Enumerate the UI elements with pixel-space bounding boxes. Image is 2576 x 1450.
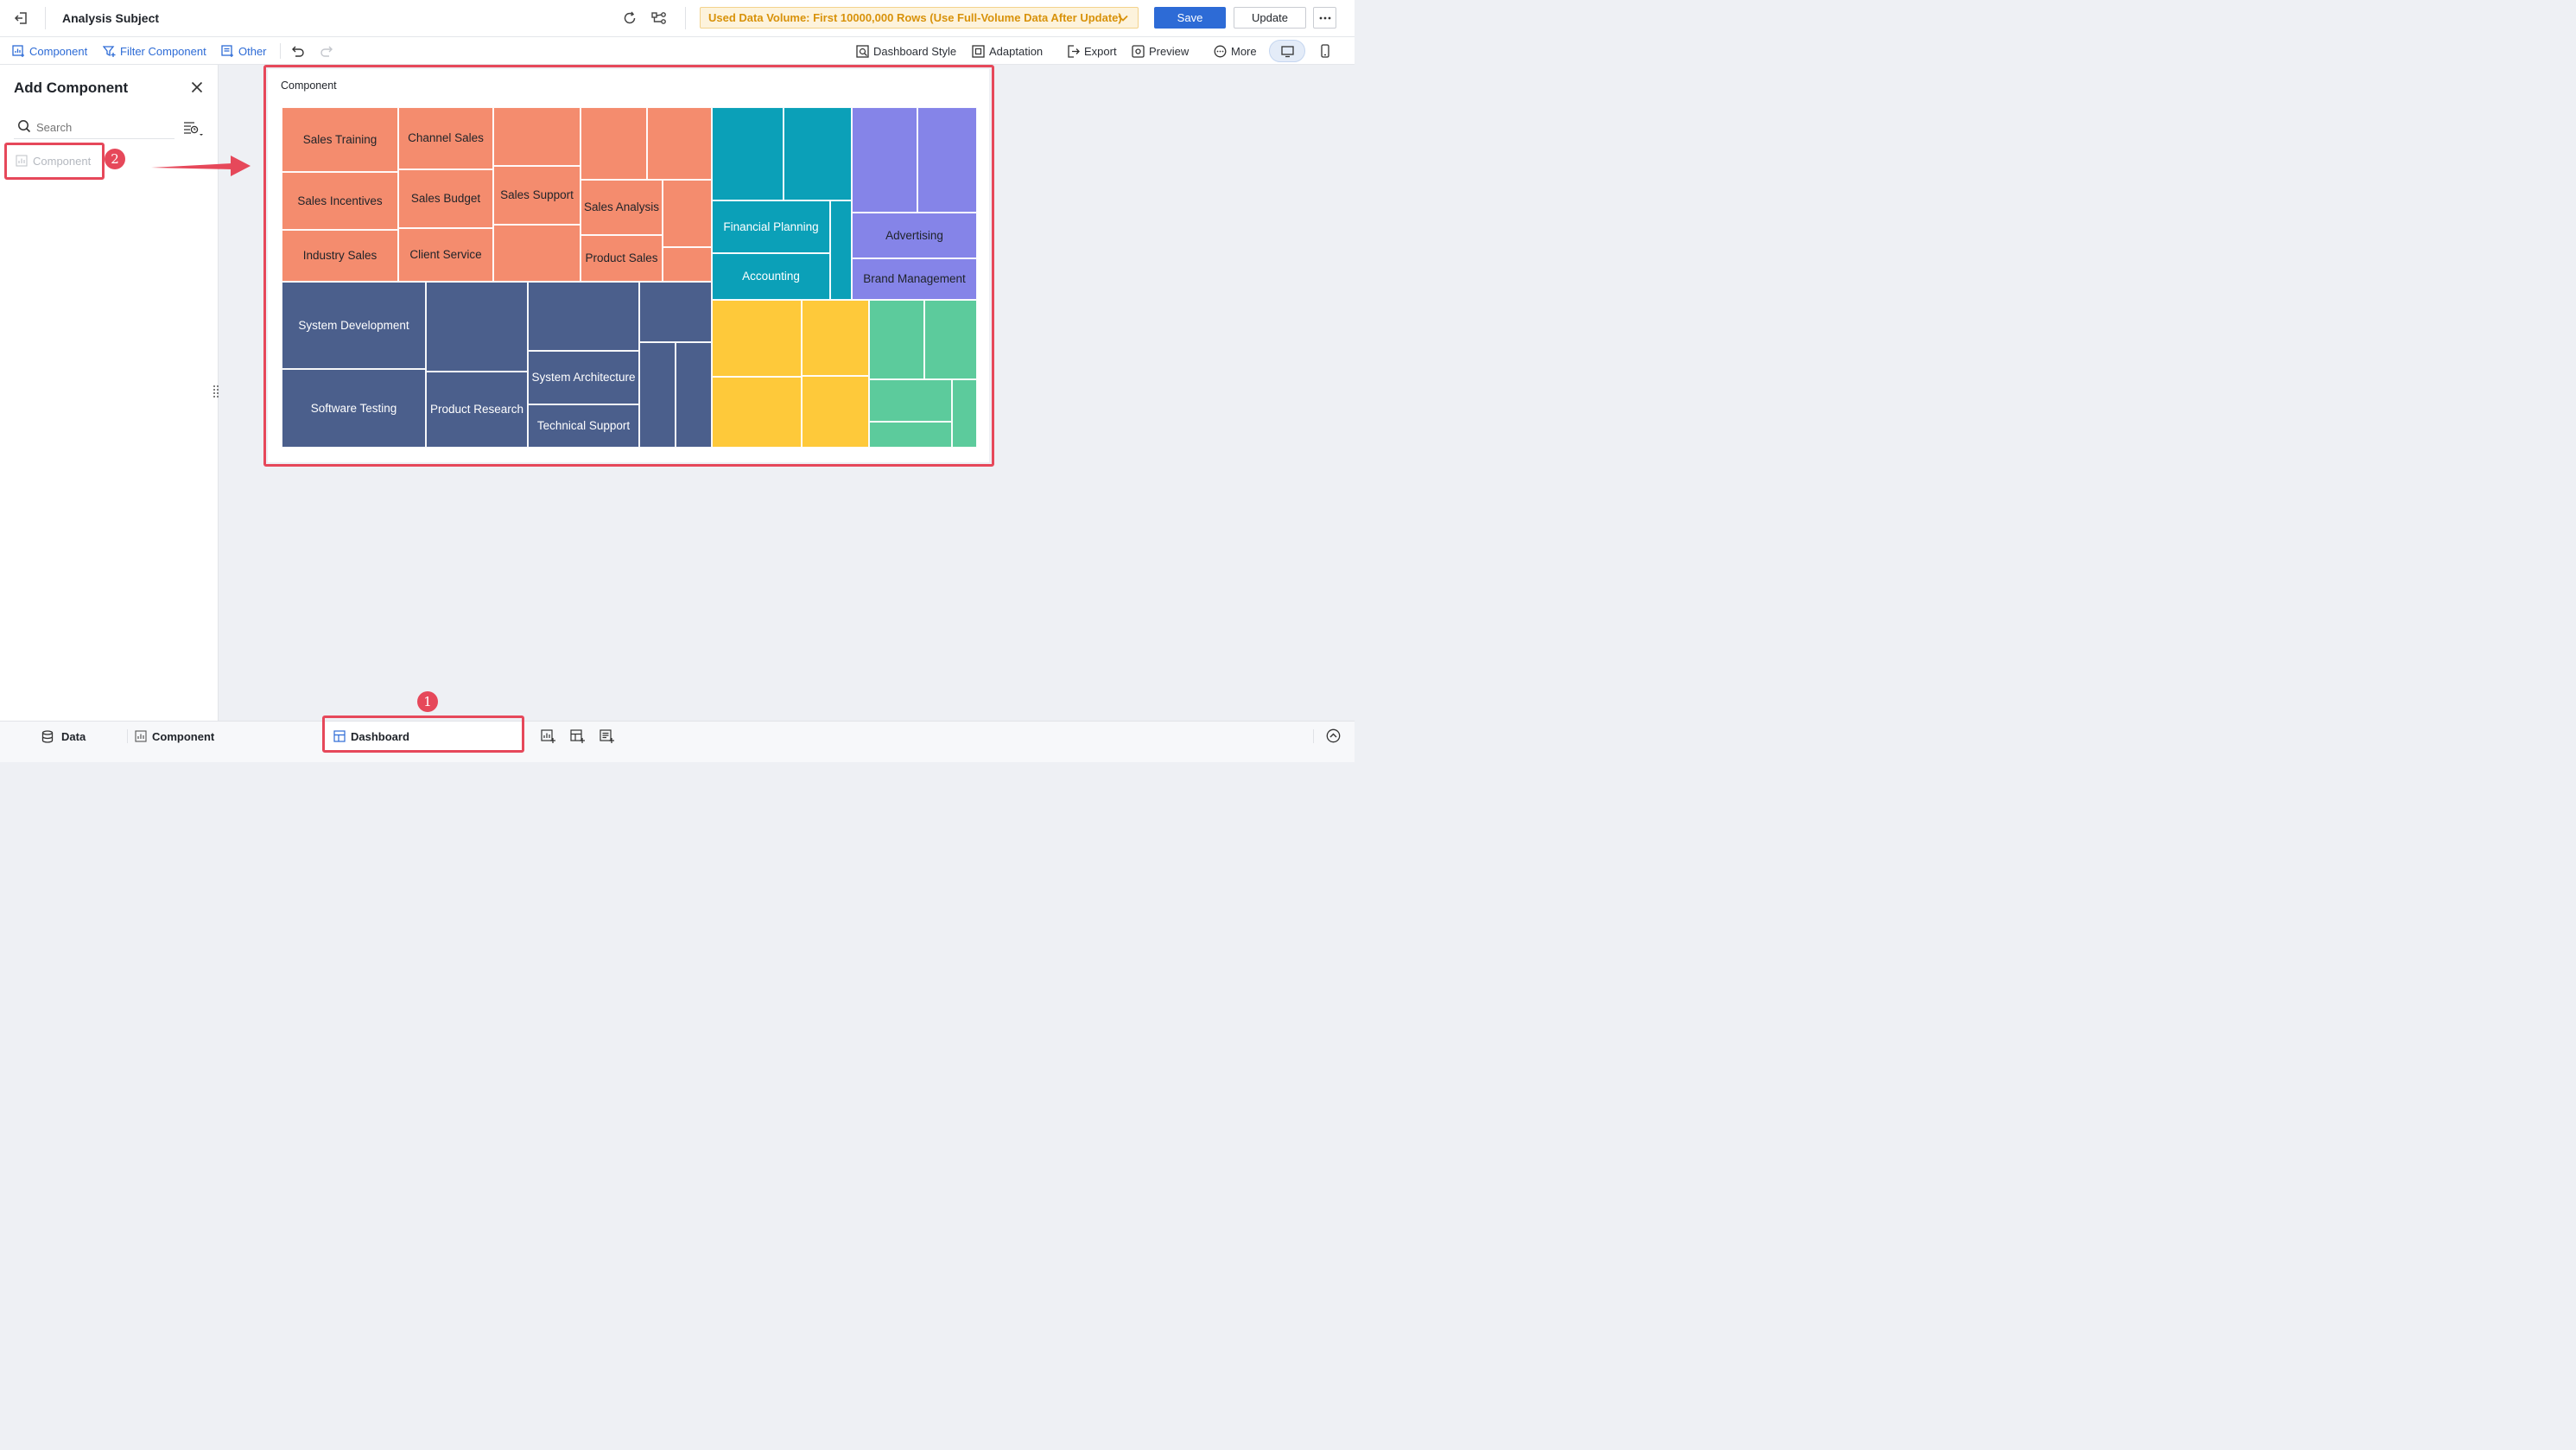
chart-icon <box>135 730 147 742</box>
export-icon <box>1067 44 1080 58</box>
component-tab-label: Component <box>152 729 215 743</box>
other-menu[interactable]: Other <box>221 37 267 65</box>
add-chart-icon <box>12 44 25 58</box>
annotation-badge-1: 1 <box>417 691 438 712</box>
undo-icon[interactable] <box>291 44 305 58</box>
data-tab-label: Data <box>61 729 86 743</box>
preview-icon <box>1132 44 1145 58</box>
collapse-up-icon[interactable] <box>1326 728 1341 743</box>
update-button[interactable]: Update <box>1234 7 1306 29</box>
page-title: Analysis Subject <box>62 11 160 25</box>
preview-menu-label: Preview <box>1149 44 1190 58</box>
more-menu-label: More <box>1231 44 1257 58</box>
top-bar: Analysis Subject Used Data Volume: First… <box>0 0 1355 37</box>
chevron-down-icon[interactable] <box>1117 12 1129 24</box>
annotation-badge-2: 2 <box>105 149 125 169</box>
filter-add-icon <box>103 45 116 58</box>
search-icon <box>17 119 31 133</box>
add-component-menu[interactable]: Component <box>12 37 87 65</box>
desktop-icon <box>1280 45 1294 58</box>
search-input[interactable] <box>36 118 170 136</box>
more-menu[interactable]: More <box>1214 37 1257 65</box>
data-volume-notice-text: Used Data Volume: First 10000,000 Rows (… <box>708 11 1122 24</box>
exit-icon[interactable] <box>14 10 29 26</box>
filter-component-menu-label: Filter Component <box>120 44 206 58</box>
adaptation-menu-label: Adaptation <box>989 44 1044 58</box>
toolbar: Component Filter Component Other Dashboa… <box>0 37 1355 65</box>
other-menu-label: Other <box>238 44 267 58</box>
component-tab[interactable]: Component <box>135 722 214 751</box>
panel-title: Add Component <box>14 79 129 96</box>
refresh-icon[interactable] <box>622 10 638 26</box>
data-volume-notice[interactable]: Used Data Volume: First 10000,000 Rows (… <box>700 7 1139 29</box>
mobile-icon[interactable] <box>1319 44 1331 58</box>
dashboard-style-menu[interactable]: Dashboard Style <box>856 37 956 65</box>
style-icon <box>856 44 869 58</box>
export-menu[interactable]: Export <box>1067 37 1117 65</box>
drag-handle[interactable] <box>213 385 219 398</box>
dashboard-style-menu-label: Dashboard Style <box>873 44 957 58</box>
filter-component-menu[interactable]: Filter Component <box>103 37 206 65</box>
add-component-icon[interactable] <box>541 728 556 744</box>
more-options-button[interactable] <box>1313 7 1336 29</box>
other-add-icon <box>221 44 234 58</box>
close-icon[interactable] <box>191 81 203 93</box>
desktop-view-button[interactable] <box>1269 40 1305 62</box>
more-icon <box>1319 16 1331 20</box>
adaptation-menu[interactable]: Adaptation <box>972 37 1043 65</box>
search-box[interactable] <box>14 117 174 139</box>
filter-sort-icon[interactable] <box>183 120 204 137</box>
component-item-highlight <box>4 143 105 180</box>
export-menu-label: Export <box>1084 44 1117 58</box>
save-button[interactable]: Save <box>1154 7 1226 29</box>
preview-menu[interactable]: Preview <box>1132 37 1189 65</box>
add-component-menu-label: Component <box>29 44 88 58</box>
lineage-icon[interactable] <box>650 10 668 26</box>
add-dashboard-icon[interactable] <box>570 728 586 744</box>
bottom-bar: Data Component Dashboard <box>0 721 1355 762</box>
data-tab[interactable]: Data <box>41 722 86 751</box>
database-icon <box>41 729 54 743</box>
redo-icon[interactable] <box>320 44 333 58</box>
component-card-highlight <box>263 65 994 467</box>
adaptation-icon <box>972 44 985 58</box>
annotation-arrow <box>149 154 251 178</box>
dashboard-tab-highlight <box>322 715 524 753</box>
more-circle-icon <box>1214 45 1227 58</box>
add-report-icon[interactable] <box>600 728 615 744</box>
